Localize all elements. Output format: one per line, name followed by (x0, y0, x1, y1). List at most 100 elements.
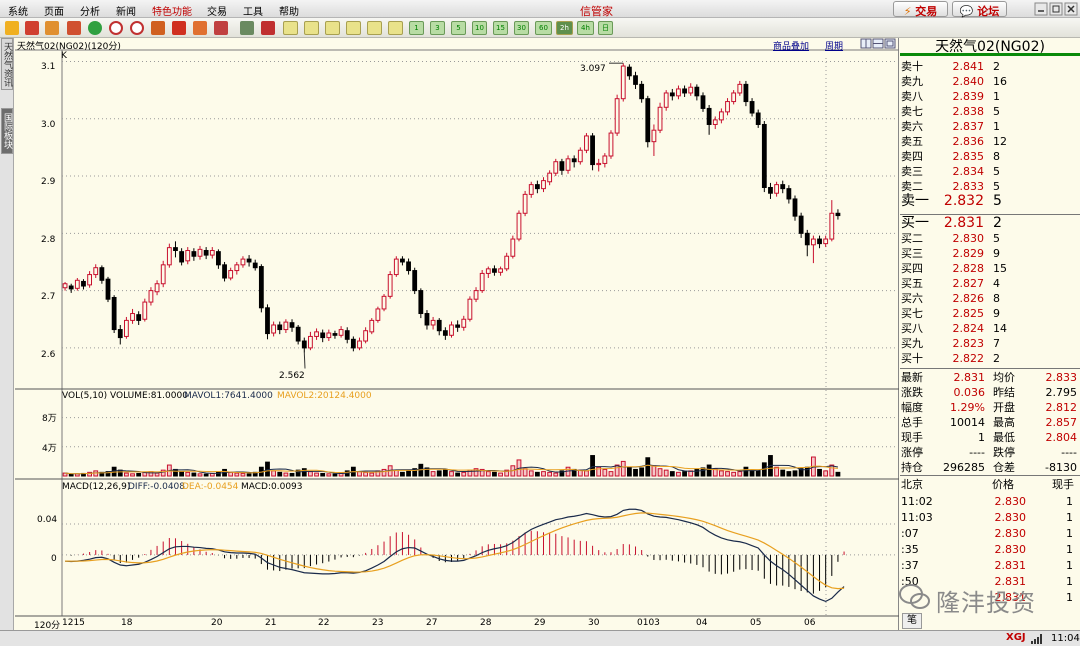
period-season-button[interactable] (346, 21, 361, 35)
candle (614, 98, 620, 134)
kline-chart[interactable] (15, 38, 899, 630)
bid-row[interactable]: 买一 2.831 2 (900, 216, 1080, 231)
tick-qty: 1 (1066, 543, 1073, 556)
split-view-icon[interactable] (860, 38, 872, 49)
tick-price: 2.830 (994, 495, 1027, 508)
volume-bar (485, 471, 491, 477)
period-15min-button[interactable]: 15 (493, 21, 508, 35)
chart-view-icon[interactable] (261, 21, 275, 35)
drawing-tools-icon[interactable] (193, 21, 207, 35)
period-5min-button[interactable]: 5 (451, 21, 466, 35)
menu-trade[interactable]: 交易 (207, 3, 227, 18)
forum-button[interactable]: 💬 论坛 (952, 1, 1007, 18)
bid-row[interactable]: 买九 2.823 7 (900, 336, 1080, 351)
period-2h-button[interactable]: 2h (556, 21, 573, 35)
trade-button[interactable]: ⚡ 交易 (893, 1, 948, 18)
menu-help[interactable]: 帮助 (279, 3, 299, 18)
table-view-icon[interactable] (240, 21, 254, 35)
volume-bar (614, 464, 620, 477)
period-3min-button[interactable]: 3 (430, 21, 445, 35)
menu-page[interactable]: 页面 (44, 3, 64, 18)
period-10min-button[interactable]: 10 (472, 21, 487, 35)
menu-special-features[interactable]: 特色功能 (152, 3, 192, 18)
candle (522, 193, 528, 214)
grid-view-icon[interactable] (872, 38, 884, 49)
bid-row[interactable]: 买十 2.822 2 (900, 351, 1080, 366)
candle (602, 155, 608, 164)
volume-bar (657, 468, 663, 477)
period-month-button[interactable] (325, 21, 340, 35)
maximize-icon[interactable] (1049, 2, 1063, 16)
period-4h-button[interactable]: 4h (577, 21, 594, 35)
zoom-out-icon[interactable] (130, 21, 144, 35)
chart-area[interactable]: 天然气02(NG02)(120分) K 商品叠加 周期 3.1 3.0 2.9 … (15, 38, 899, 631)
ask-price: 2.839 (952, 90, 985, 103)
menu-system[interactable]: 系统 (8, 3, 28, 18)
tick-row: :07 2.830 1 (900, 526, 1080, 542)
candle (492, 268, 497, 273)
ask-row[interactable]: 卖四 2.835 8 (900, 149, 1080, 164)
candle (651, 129, 657, 143)
y-tick-3.1: 3.1 (41, 62, 56, 72)
commodity-overlay-button[interactable]: 商品叠加 (773, 39, 809, 52)
ask-row[interactable]: 卖三 2.834 5 (900, 164, 1080, 179)
stock-list-icon[interactable] (45, 21, 59, 35)
period-week-button[interactable] (304, 21, 319, 35)
volume-bar (639, 467, 645, 477)
menu-news[interactable]: 新闻 (116, 3, 136, 18)
fullscreen-icon[interactable] (884, 38, 896, 49)
period-1min-button[interactable]: 1 (409, 21, 424, 35)
bid-row[interactable]: 买五 2.827 4 (900, 276, 1080, 291)
period-halfyear-button[interactable] (367, 21, 382, 35)
period-year-button[interactable] (388, 21, 403, 35)
ask-row[interactable]: 卖七 2.838 5 (900, 104, 1080, 119)
indicator-icon[interactable] (151, 21, 165, 35)
back-arrow-icon[interactable] (5, 21, 19, 35)
period-60min-button[interactable]: 60 (535, 21, 552, 35)
zoom-in-icon[interactable] (109, 21, 123, 35)
y-tick-2.7: 2.7 (41, 292, 56, 302)
menu-tools[interactable]: 工具 (243, 3, 263, 18)
candle (725, 101, 730, 113)
bid-row[interactable]: 买四 2.828 15 (900, 261, 1080, 276)
ask-row[interactable]: 卖九 2.840 16 (900, 74, 1080, 89)
period-day-k-button[interactable]: 日 (598, 21, 613, 35)
macd-indicator-label: MACD(12,26,9) (62, 482, 131, 492)
tick-time: :35 (901, 543, 919, 556)
ask-row[interactable]: 卖十 2.841 2 (900, 59, 1080, 74)
ask-row[interactable]: 卖二 2.833 5 (900, 179, 1080, 194)
volume-bar (400, 471, 405, 477)
candle (387, 274, 393, 297)
close-icon[interactable] (1064, 2, 1078, 16)
volume-bar (743, 466, 749, 477)
bid-row[interactable]: 买三 2.829 9 (900, 246, 1080, 261)
ask-row[interactable]: 卖八 2.839 1 (900, 89, 1080, 104)
period-button[interactable]: 周期 (825, 39, 843, 52)
bid-volume: 9 (993, 247, 1000, 260)
tab-international-sector[interactable]: 国际板块 (1, 108, 13, 154)
draw-line-icon[interactable] (172, 21, 186, 35)
filter-icon[interactable] (214, 21, 228, 35)
ask-row[interactable]: 卖六 2.837 1 (900, 119, 1080, 134)
ask-row[interactable]: 卖五 2.836 12 (900, 134, 1080, 149)
ask-row[interactable]: 卖一 2.832 5 (900, 194, 1080, 209)
bid-row[interactable]: 买七 2.825 9 (900, 306, 1080, 321)
candle (663, 92, 669, 108)
home-icon[interactable] (25, 21, 39, 35)
refresh-icon[interactable] (88, 21, 102, 35)
low-price-label: 2.562 (279, 371, 305, 381)
period-day-button[interactable] (283, 21, 298, 35)
tab-ticks[interactable]: 笔 (902, 613, 922, 629)
minimize-icon[interactable] (1034, 2, 1048, 16)
stat-label: 昨结 (993, 386, 1015, 399)
news-icon[interactable] (67, 21, 81, 35)
bid-row[interactable]: 买二 2.830 5 (900, 231, 1080, 246)
bid-row[interactable]: 买六 2.826 8 (900, 291, 1080, 306)
bid-row[interactable]: 买八 2.824 14 (900, 321, 1080, 336)
candle (216, 251, 221, 266)
period-30min-button[interactable]: 30 (514, 21, 529, 35)
menu-analysis[interactable]: 分析 (80, 3, 100, 18)
x-date-29: 29 (534, 618, 546, 628)
candle (412, 270, 418, 292)
tab-natural-gas-news[interactable]: 天然气资讯 (1, 38, 13, 90)
